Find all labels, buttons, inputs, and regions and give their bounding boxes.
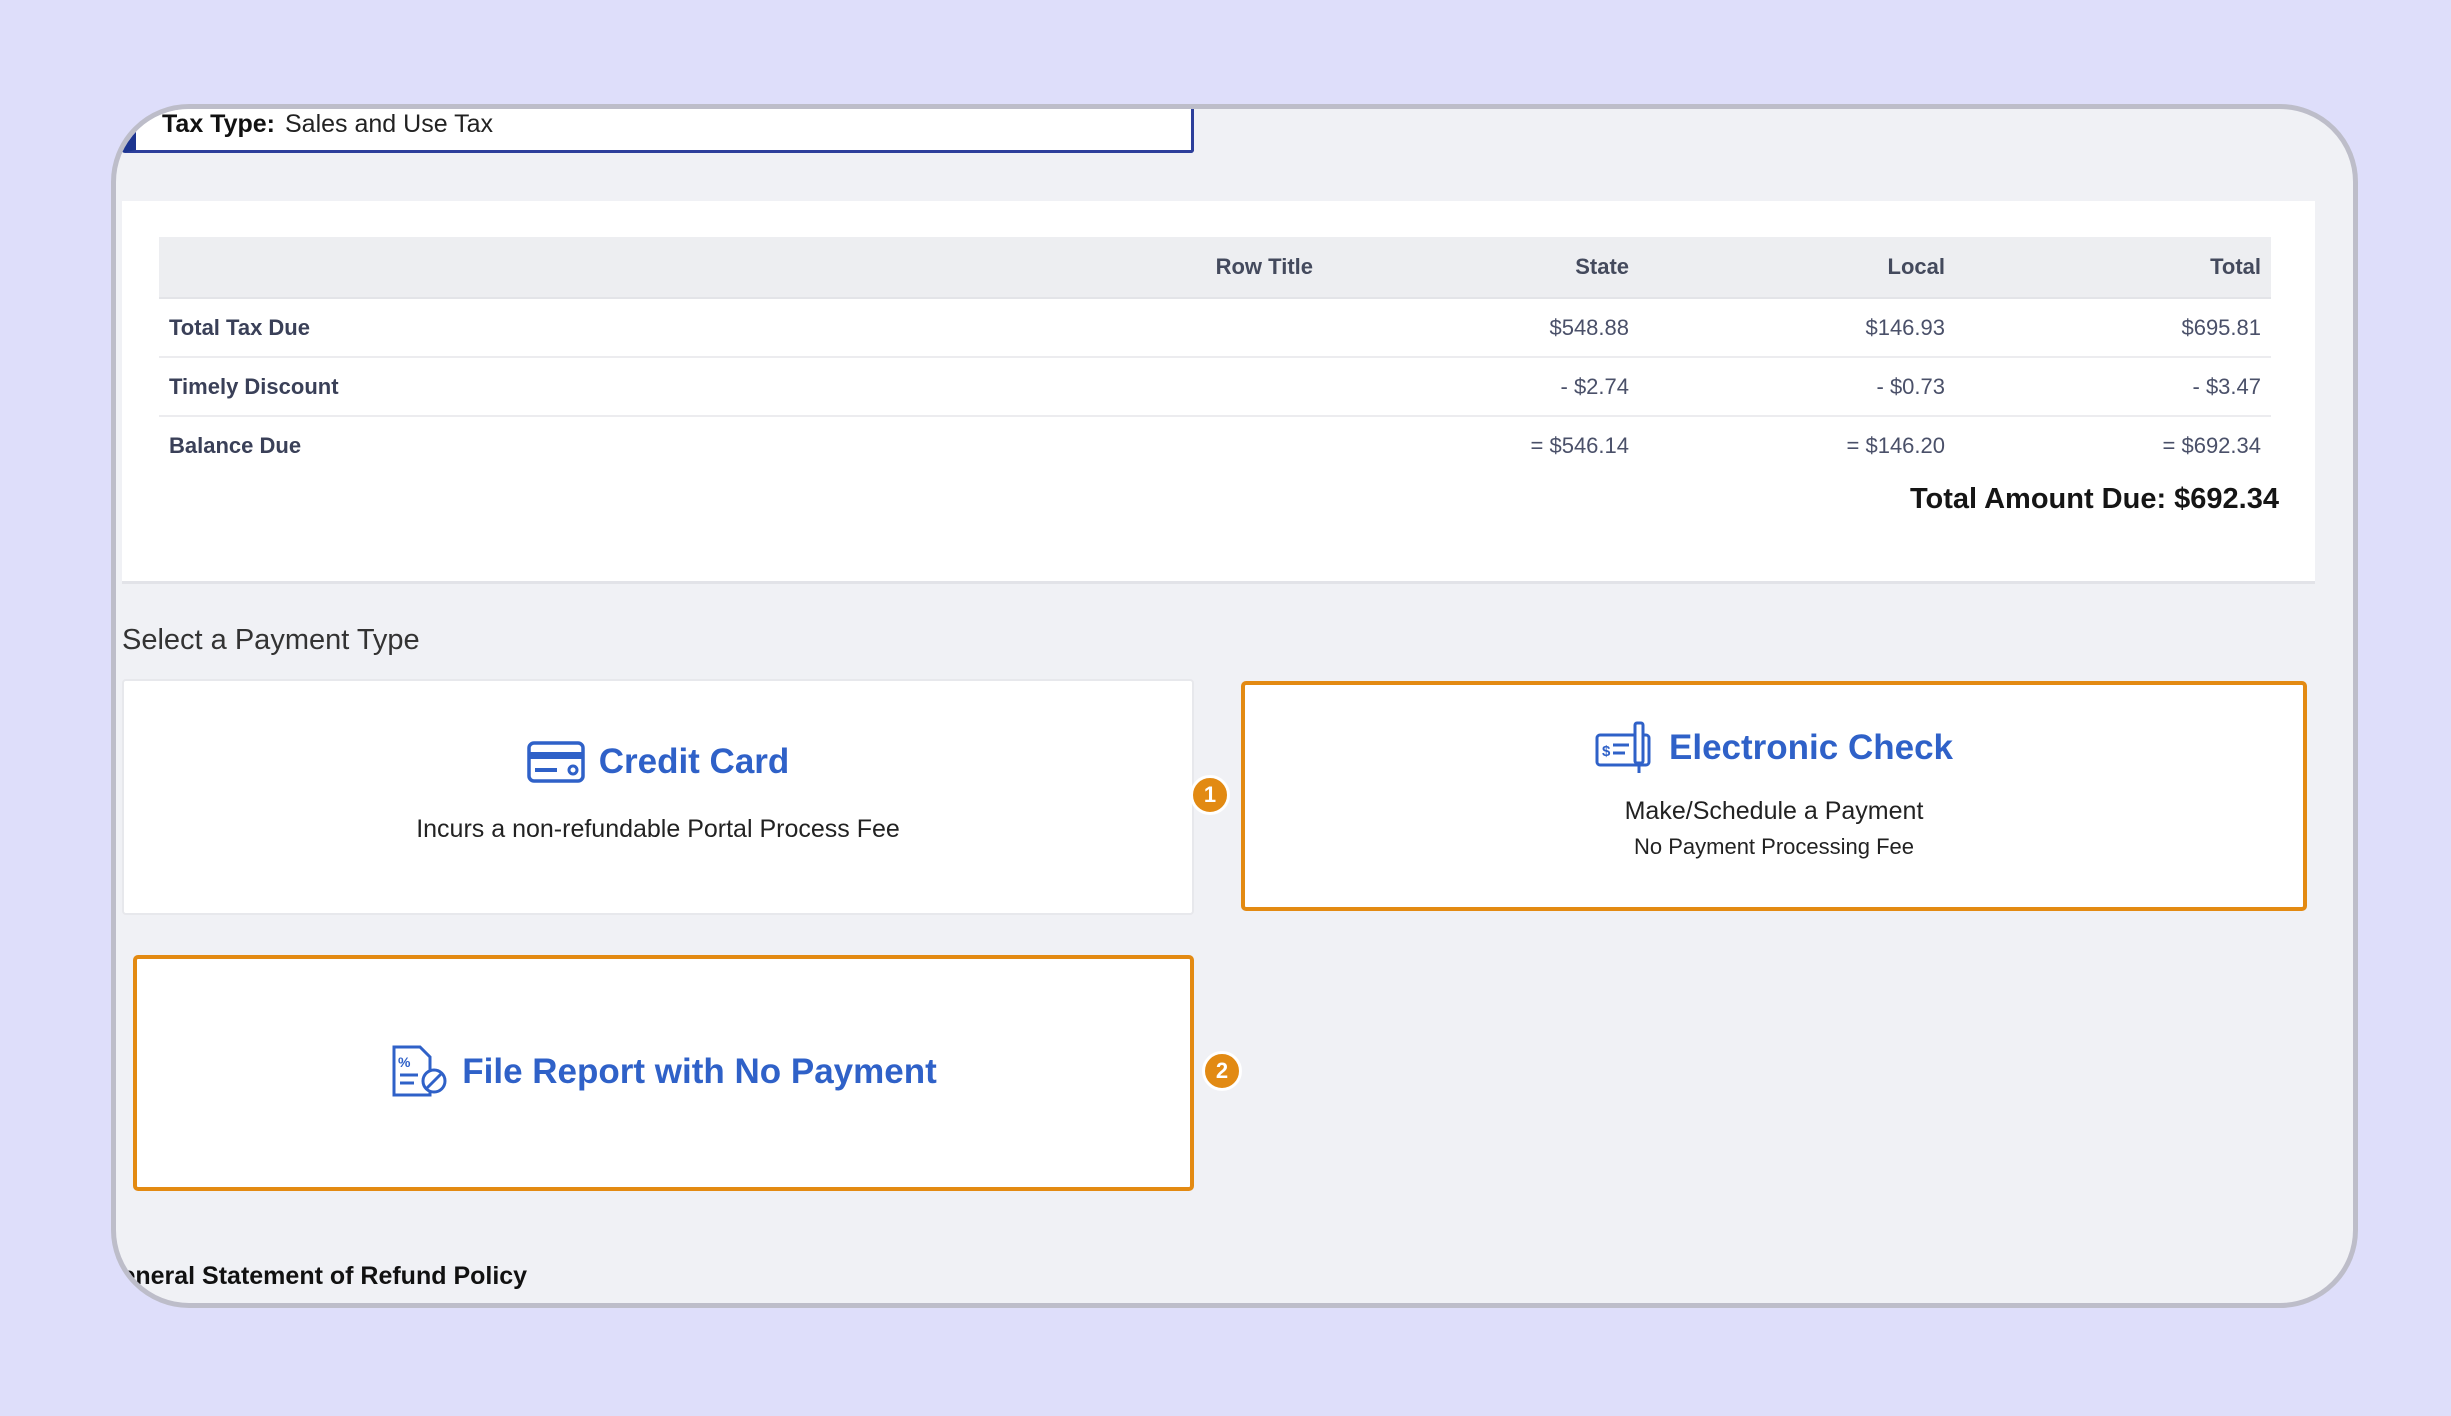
electronic-check-option[interactable]: $ Electronic Check Make/Schedule a Payme… bbox=[1241, 681, 2307, 911]
row-title-cell bbox=[1003, 357, 1323, 417]
row-label: Timely Discount bbox=[159, 357, 1003, 417]
payment-type-heading: Select a Payment Type bbox=[122, 624, 420, 656]
no-payment-title: File Report with No Payment bbox=[462, 1052, 937, 1091]
table-row: Timely Discount - $2.74 - $0.73 - $3.47 bbox=[159, 357, 2271, 417]
svg-text:%: % bbox=[398, 1054, 411, 1070]
no-payment-option[interactable]: % File Report with No Payment bbox=[133, 955, 1194, 1191]
credit-card-title: Credit Card bbox=[598, 742, 790, 781]
refund-policy-heading: General Statement of Refund Policy bbox=[111, 1262, 528, 1290]
credit-card-option[interactable]: Credit Card Incurs a non-refundable Port… bbox=[122, 679, 1194, 915]
state-cell: - $2.74 bbox=[1323, 357, 1639, 417]
step-badge-1: 1 bbox=[1190, 775, 1230, 815]
file-report-icon: % bbox=[392, 1045, 447, 1097]
electronic-check-title: Electronic Check bbox=[1669, 728, 1953, 767]
table-header-row: Row Title State Local Total bbox=[159, 237, 2271, 299]
row-title-cell bbox=[1003, 416, 1323, 474]
no-payment-title-row: % File Report with No Payment bbox=[137, 1045, 1190, 1099]
tax-summary-table: Row Title State Local Total Total Tax Du… bbox=[159, 237, 2271, 474]
row-label: Balance Due bbox=[169, 432, 302, 458]
header-state: State bbox=[1323, 237, 1639, 299]
total-amount-due: Total Amount Due: $692.34 bbox=[1909, 483, 2279, 515]
total-cell: = $692.34 bbox=[2162, 432, 2261, 458]
electronic-check-note: No Payment Processing Fee bbox=[1633, 834, 1915, 859]
row-label: Total Tax Due bbox=[159, 298, 1003, 358]
tax-type-bar: Tax Type: Sales and Use Tax bbox=[122, 109, 1194, 153]
step-badge-2: 2 bbox=[1202, 1051, 1242, 1091]
header-blank bbox=[159, 237, 1003, 299]
credit-card-title-row: Credit Card bbox=[124, 741, 1192, 783]
header-row-title: Row Title bbox=[1003, 237, 1323, 299]
state-cell: $548.88 bbox=[1323, 298, 1639, 358]
tax-type-label: Tax Type: bbox=[162, 110, 275, 138]
electronic-check-subtitle: Make/Schedule a Payment bbox=[1624, 797, 1924, 825]
tax-summary-panel: Row Title State Local Total Total Tax Du… bbox=[122, 201, 2315, 584]
credit-card-icon bbox=[526, 741, 585, 783]
row-title-cell bbox=[1003, 298, 1323, 358]
tax-type-value: Sales and Use Tax bbox=[285, 110, 493, 138]
svg-text:$: $ bbox=[1602, 743, 1611, 760]
header-local: Local bbox=[1639, 237, 1955, 299]
table-row: Total Tax Due $548.88 $146.93 $695.81 bbox=[159, 298, 2271, 358]
total-cell: $695.81 bbox=[1955, 298, 2271, 358]
local-cell: $146.93 bbox=[1639, 298, 1955, 358]
header-total: Total bbox=[1955, 237, 2271, 299]
total-cell: - $3.47 bbox=[1955, 357, 2271, 417]
table-row: Balance Due = $546.14 = $146.20 = $692.3… bbox=[159, 416, 2271, 474]
local-cell: = $146.20 bbox=[1846, 432, 1945, 458]
app-window: Tax Type: Sales and Use Tax Row Title St… bbox=[111, 104, 2358, 1308]
credit-card-subtitle: Incurs a non-refundable Portal Process F… bbox=[416, 815, 900, 843]
state-cell: = $546.14 bbox=[1530, 432, 1629, 458]
local-cell: - $0.73 bbox=[1639, 357, 1955, 417]
electronic-check-title-row: $ Electronic Check bbox=[1245, 721, 2303, 775]
check-icon: $ bbox=[1595, 721, 1651, 773]
